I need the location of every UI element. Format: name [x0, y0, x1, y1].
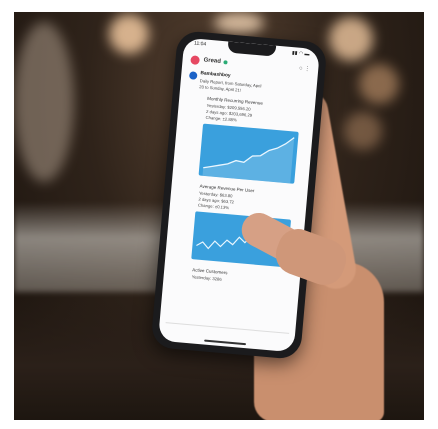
bokeh-light — [329, 17, 373, 61]
workspace-name[interactable]: Gread — [203, 57, 221, 64]
bot-avatar — [188, 71, 198, 80]
workspace-icon[interactable] — [190, 54, 201, 65]
status-time: 11:04 — [193, 40, 207, 48]
chart-1-plot — [202, 137, 295, 184]
bokeh-light — [214, 12, 264, 34]
phone-screen: 11:04 ▮▮ ◠ ▬ Gread ○ ⋮ Bambashboy Daily … — [158, 37, 320, 353]
home-indicator — [204, 339, 247, 346]
online-status-icon — [223, 60, 229, 65]
bokeh-light — [14, 22, 74, 182]
photo: 11:04 ▮▮ ◠ ▬ Gread ○ ⋮ Bambashboy Daily … — [14, 12, 424, 420]
phone-notch — [227, 41, 277, 57]
topbar-icons[interactable]: ○ ⋮ — [299, 65, 311, 73]
chart-1 — [198, 123, 299, 184]
image-frame: 11:04 ▮▮ ◠ ▬ Gread ○ ⋮ Bambashboy Daily … — [0, 0, 438, 429]
smartphone: 11:04 ▮▮ ◠ ▬ Gread ○ ⋮ Bambashboy Daily … — [150, 30, 328, 360]
bokeh-light — [359, 64, 399, 104]
chart-1-area — [202, 137, 295, 184]
status-icons: ▮▮ ◠ ▬ — [291, 50, 310, 58]
section-3-line-1: Yesterday: 3286 — [191, 274, 222, 282]
bokeh-light — [109, 14, 149, 54]
bokeh-light — [344, 112, 382, 150]
